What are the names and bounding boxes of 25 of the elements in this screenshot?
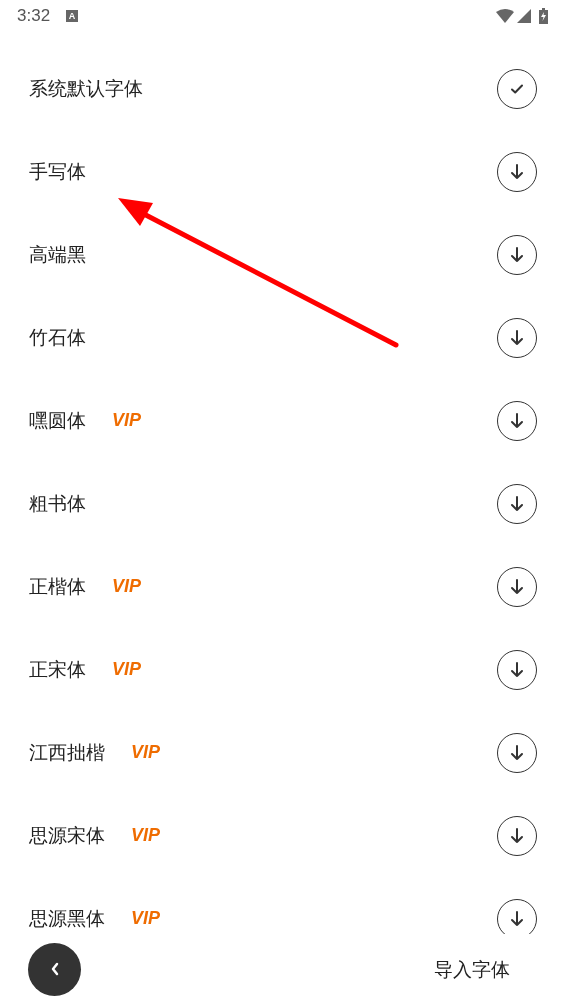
font-name: 手写体 (29, 159, 86, 185)
font-name: 高端黑 (29, 242, 86, 268)
vip-label: VIP (131, 824, 160, 847)
status-time: 3:32 (17, 5, 51, 28)
font-name: 粗书体 (29, 491, 86, 517)
vip-label: VIP (112, 658, 141, 681)
vip-label: VIP (131, 907, 160, 930)
vip-label: VIP (131, 741, 160, 764)
signal-icon (517, 9, 531, 23)
wifi-icon (496, 9, 514, 23)
font-name: 正宋体 (29, 657, 86, 683)
font-name: 竹石体 (29, 325, 86, 351)
battery-icon (539, 8, 548, 24)
font-name: 江西拙楷 (29, 740, 105, 766)
vip-label: VIP (112, 409, 141, 432)
notification-icon: A (66, 10, 79, 22)
font-name: 正楷体 (29, 574, 86, 600)
font-name: 思源宋体 (29, 823, 105, 849)
font-name: 系统默认字体 (29, 76, 143, 102)
font-name: 嘿圆体 (29, 408, 86, 434)
import-font-button[interactable]: 导入字体 (434, 954, 510, 984)
back-button[interactable] (28, 942, 81, 996)
chevron-left-icon (49, 962, 60, 976)
font-name: 思源黑体 (29, 906, 105, 932)
vip-label: VIP (112, 575, 141, 598)
